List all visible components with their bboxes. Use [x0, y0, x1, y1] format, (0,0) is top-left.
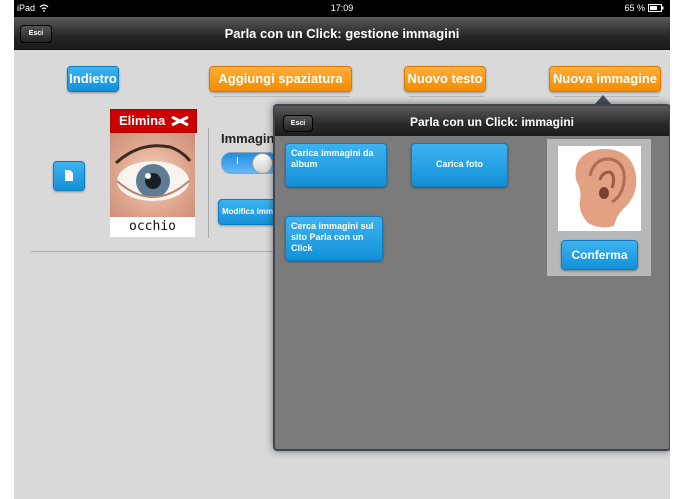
popover-exit-button[interactable]: Esci	[283, 115, 313, 132]
load-photo-button[interactable]: Carica foto	[411, 143, 508, 187]
popover-bar: Esci Parla con un Click: immagini	[275, 106, 669, 136]
search-site-button[interactable]: Cerca immagini sul sito Parla con un Cli…	[285, 216, 383, 261]
confirm-button[interactable]: Conferma	[561, 240, 638, 270]
document-icon	[65, 170, 73, 181]
clock: 17:09	[330, 3, 354, 13]
app-frame: iPad 17:09 65 % Esci Parla con un Click:…	[14, 0, 670, 499]
battery-icon	[648, 4, 664, 12]
new-text-button[interactable]: Nuovo testo	[404, 66, 486, 92]
nav-bar: Esci Parla con un Click: gestione immagi…	[14, 17, 670, 50]
add-spacing-button[interactable]: Aggiungi spaziatura	[209, 66, 352, 92]
back-button[interactable]: Indietro	[67, 66, 119, 92]
eye-image	[110, 133, 195, 217]
page-title: Parla con un Click: gestione immagini	[224, 26, 460, 41]
divider	[214, 96, 350, 97]
new-image-button[interactable]: Nuova immagine	[549, 66, 661, 92]
divider	[409, 96, 484, 97]
drag-handle-button[interactable]	[53, 161, 85, 191]
popover-title: Parla con un Click: immagini	[409, 115, 575, 129]
eye-icon	[114, 144, 192, 201]
battery-percent: 65 %	[624, 3, 645, 13]
toggle-knob	[252, 153, 273, 174]
delete-button[interactable]: Elimina	[110, 109, 197, 133]
ear-image	[558, 146, 641, 231]
preview-panel: Conferma	[547, 139, 651, 276]
delete-label: Elimina	[119, 113, 166, 128]
load-album-button[interactable]: Carica immagini da album	[285, 143, 387, 187]
images-toggle[interactable]: I	[221, 152, 279, 174]
popover-arrow	[595, 95, 611, 104]
images-label: Immagin	[221, 131, 275, 146]
close-icon	[171, 116, 189, 126]
image-popover: Esci Parla con un Click: immagini Carica…	[273, 104, 670, 451]
word-label: occhio	[110, 217, 195, 237]
row-divider	[31, 251, 281, 252]
vertical-divider	[208, 128, 209, 238]
ear-icon	[575, 148, 637, 228]
toggle-on-mark: I	[236, 156, 239, 167]
status-bar: iPad 17:09 65 %	[14, 0, 670, 17]
